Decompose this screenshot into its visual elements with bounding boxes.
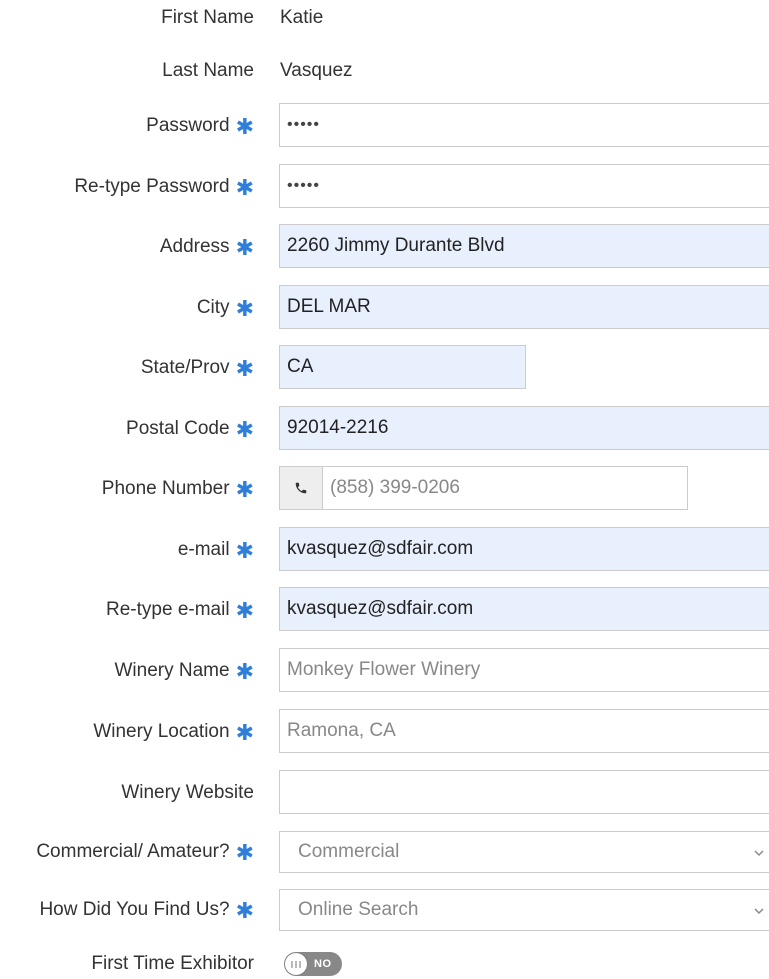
city-label: City ✱ <box>196 296 254 321</box>
required-asterisk-icon: ✱ <box>235 840 254 865</box>
commercial-amateur-select[interactable]: Commercial <box>279 831 769 873</box>
retype-password-label: Re-type Password ✱ <box>74 175 254 200</box>
winery-location-input[interactable]: Ramona, CA <box>279 709 769 753</box>
address-input[interactable]: 2260 Jimmy Durante Blvd <box>279 224 769 268</box>
first-time-exhibitor-row: First Time Exhibitor NO <box>0 941 769 979</box>
password-input[interactable]: ••••• <box>279 103 769 147</box>
city-row: City ✱ DEL MAR <box>0 285 769 331</box>
state-label: State/Prov ✱ <box>140 356 254 381</box>
chevron-down-icon <box>753 841 765 863</box>
retype-password-input[interactable]: ••••• <box>279 164 769 208</box>
last-name-label: Last Name <box>162 60 254 81</box>
postal-code-label: Postal Code ✱ <box>126 417 254 442</box>
winery-name-label: Winery Name ✱ <box>114 659 254 684</box>
required-asterisk-icon: ✱ <box>235 296 254 321</box>
commercial-amateur-label: Commercial/ Amateur? ✱ <box>36 840 254 865</box>
phone-input-group[interactable]: (858) 399-0206 <box>279 466 688 510</box>
toggle-state-text: NO <box>314 958 332 970</box>
email-label: e-mail ✱ <box>177 538 254 563</box>
required-asterisk-icon: ✱ <box>235 598 254 623</box>
toggle-knob-icon <box>285 953 307 975</box>
chevron-down-icon <box>753 899 765 921</box>
winery-website-input[interactable] <box>279 770 769 814</box>
retype-password-row: Re-type Password ✱ ••••• <box>0 164 769 210</box>
required-asterisk-icon: ✱ <box>235 898 254 923</box>
required-asterisk-icon: ✱ <box>235 235 254 260</box>
winery-website-label: Winery Website <box>121 782 254 803</box>
state-input[interactable]: CA <box>279 345 526 389</box>
required-asterisk-icon: ✱ <box>235 720 254 745</box>
phone-row: Phone Number ✱ (858) 399-0206 <box>0 466 769 512</box>
required-asterisk-icon: ✱ <box>235 659 254 684</box>
postal-code-row: Postal Code ✱ 92014-2216 <box>0 406 769 452</box>
how-found-label: How Did You Find Us? ✱ <box>39 898 254 923</box>
winery-name-input[interactable]: Monkey Flower Winery <box>279 648 769 692</box>
winery-location-row: Winery Location ✱ Ramona, CA <box>0 709 769 755</box>
first-time-exhibitor-toggle[interactable]: NO <box>284 952 342 976</box>
how-found-select[interactable]: Online Search <box>279 889 769 931</box>
retype-email-row: Re-type e-mail ✱ kvasquez@sdfair.com <box>0 587 769 633</box>
required-asterisk-icon: ✱ <box>235 417 254 442</box>
retype-email-input[interactable]: kvasquez@sdfair.com <box>279 587 769 631</box>
retype-email-label: Re-type e-mail ✱ <box>106 598 254 623</box>
required-asterisk-icon: ✱ <box>235 175 254 200</box>
winery-website-row: Winery Website <box>0 770 769 816</box>
how-found-row: How Did You Find Us? ✱ Online Search <box>0 889 769 935</box>
last-name-value: Vasquez <box>280 60 353 81</box>
first-name-row: First Name Katie <box>0 0 769 41</box>
first-name-label: First Name <box>161 7 254 28</box>
required-asterisk-icon: ✱ <box>235 538 254 563</box>
city-input[interactable]: DEL MAR <box>279 285 769 329</box>
phone-label: Phone Number ✱ <box>101 477 254 502</box>
required-asterisk-icon: ✱ <box>235 477 254 502</box>
postal-code-input[interactable]: 92014-2216 <box>279 406 769 450</box>
address-row: Address ✱ 2260 Jimmy Durante Blvd <box>0 224 769 270</box>
commercial-amateur-row: Commercial/ Amateur? ✱ Commercial <box>0 831 769 877</box>
email-row: e-mail ✱ kvasquez@sdfair.com <box>0 527 769 573</box>
registration-form: First Name Katie Last Name Vasquez Passw… <box>0 0 769 979</box>
required-asterisk-icon: ✱ <box>235 114 254 139</box>
password-row: Password ✱ ••••• <box>0 103 769 149</box>
first-name-value: Katie <box>280 7 324 28</box>
required-asterisk-icon: ✱ <box>235 356 254 381</box>
winery-name-row: Winery Name ✱ Monkey Flower Winery <box>0 648 769 694</box>
winery-location-label: Winery Location ✱ <box>93 720 254 745</box>
state-row: State/Prov ✱ CA <box>0 345 769 391</box>
phone-input[interactable]: (858) 399-0206 <box>323 467 460 509</box>
email-input[interactable]: kvasquez@sdfair.com <box>279 527 769 571</box>
last-name-row: Last Name Vasquez <box>0 48 769 94</box>
password-label: Password ✱ <box>146 114 254 139</box>
address-label: Address ✱ <box>159 235 254 260</box>
phone-icon <box>280 467 323 509</box>
first-time-exhibitor-label: First Time Exhibitor <box>91 953 254 974</box>
